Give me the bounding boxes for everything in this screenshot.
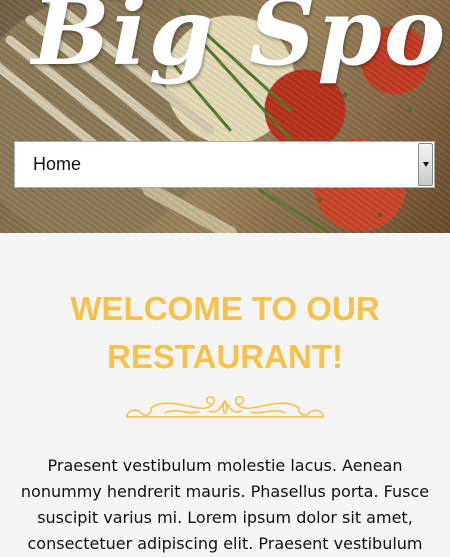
welcome-section: WELCOME TO OUR RESTAURANT! Praesent vest… [0, 285, 450, 557]
ornament-divider-icon [126, 396, 324, 418]
site-logo[interactable]: Big Spoon [32, 0, 450, 86]
navigation-select-value: Home [33, 154, 82, 174]
welcome-text: Praesent vestibulum molestie lacus. Aene… [20, 456, 430, 553]
welcome-title: WELCOME TO OUR RESTAURANT! [70, 290, 380, 375]
navigation-select[interactable]: Home [14, 141, 435, 188]
hero-banner: Big Spoon Home [0, 0, 450, 233]
chevron-down-icon[interactable] [418, 143, 433, 186]
